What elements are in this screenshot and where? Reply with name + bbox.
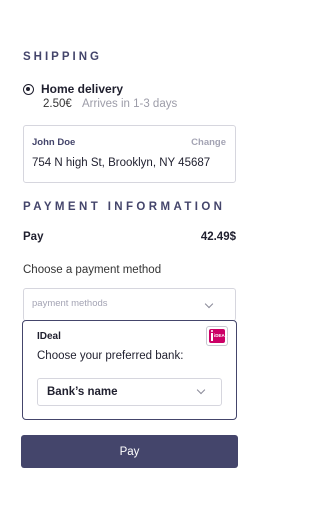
pay-amount: 42.49$: [200, 231, 236, 243]
payment-method-prompt: Choose a payment method: [23, 264, 162, 276]
ideal-logo-mark: iDEAL: [209, 329, 228, 343]
change-address-link[interactable]: Change: [191, 137, 226, 148]
bank-select[interactable]: Bank’s name: [37, 378, 222, 406]
bank-prompt: Choose your preferred bank:: [37, 350, 184, 362]
pay-total-row: Pay 42.49$: [23, 231, 236, 247]
chevron-down-icon[interactable]: [204, 299, 214, 309]
payment-method-select[interactable]: payment methods: [23, 288, 236, 321]
shipping-title: SHIPPING: [23, 51, 102, 63]
delivery-eta: Arrives in 1-3 days: [82, 98, 178, 110]
chevron-down-icon[interactable]: [196, 385, 206, 395]
ideal-logo-icon: iDEAL: [206, 326, 228, 346]
address-card: John Doe Change 754 N high St, Brooklyn,…: [23, 125, 236, 183]
ideal-panel: IDeal iDEAL Choose your preferred bank: …: [22, 320, 237, 420]
ideal-logo-bar: [211, 333, 213, 341]
radio-selected-icon[interactable]: [23, 84, 34, 95]
address-name: John Doe: [32, 137, 76, 148]
delivery-label: Home delivery: [41, 82, 124, 96]
pay-button[interactable]: Pay: [21, 435, 238, 468]
ideal-logo-text: iDEAL: [214, 333, 228, 338]
pay-label: Pay: [23, 231, 44, 243]
delivery-price: 2.50€: [43, 98, 72, 110]
home-delivery-option[interactable]: Home delivery 2.50€ Arrives in 1-3 days: [23, 82, 238, 116]
payment-title: PAYMENT INFORMATION: [23, 201, 226, 213]
payment-method-placeholder: payment methods: [32, 298, 108, 309]
address-line: 754 N high St, Brooklyn, NY 45687: [32, 157, 211, 169]
ideal-title: IDeal: [37, 331, 61, 342]
ideal-logo-dot: [211, 330, 213, 332]
bank-select-value: Bank’s name: [47, 386, 118, 398]
